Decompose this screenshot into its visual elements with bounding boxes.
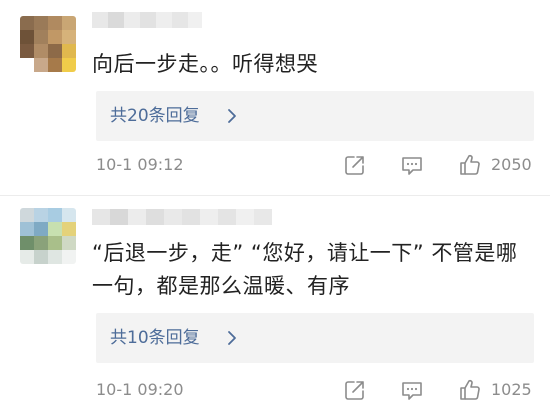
username-redacted[interactable] <box>92 12 202 28</box>
timestamp: 10-1 09:20 <box>96 380 184 399</box>
comment-actions: 10-1 09:20 1025 <box>0 375 550 405</box>
like-count: 2050 <box>491 155 532 174</box>
comment-text: 向后一步走。。听得想哭 <box>92 52 318 76</box>
comment-text: “后退一步，走” “您好，请让一下” 不管是哪一句，都是那么温暖、有序 <box>92 241 518 298</box>
chevron-right-icon <box>228 331 236 345</box>
comment-actions: 10-1 09:12 2050 <box>0 150 550 180</box>
username-redacted[interactable] <box>92 209 272 225</box>
thumbs-up-icon[interactable] <box>458 153 482 177</box>
replies-count-label: 共20条回复 <box>110 106 200 126</box>
comment-item: 向后一步走。。听得想哭 共20条回复 10-1 09:12 2050 <box>0 0 550 196</box>
comment-item: “后退一步，走” “您好，请让一下” 不管是哪一句，都是那么温暖、有序 共10条… <box>0 197 550 415</box>
avatar[interactable] <box>20 208 76 264</box>
share-icon[interactable] <box>343 378 367 402</box>
view-replies-button[interactable]: 共20条回复 <box>96 91 534 141</box>
comment-icon[interactable] <box>400 153 424 177</box>
like-count: 1025 <box>491 380 532 399</box>
share-icon[interactable] <box>343 153 367 177</box>
chevron-right-icon <box>228 109 236 123</box>
view-replies-button[interactable]: 共10条回复 <box>96 313 534 363</box>
thumbs-up-icon[interactable] <box>458 378 482 402</box>
replies-count-label: 共10条回复 <box>110 328 200 348</box>
comment-feed: 向后一步走。。听得想哭 共20条回复 10-1 09:12 2050 “后退一步… <box>0 0 550 415</box>
timestamp: 10-1 09:12 <box>96 155 184 174</box>
avatar[interactable] <box>20 16 76 72</box>
divider <box>0 195 550 196</box>
comment-icon[interactable] <box>400 378 424 402</box>
